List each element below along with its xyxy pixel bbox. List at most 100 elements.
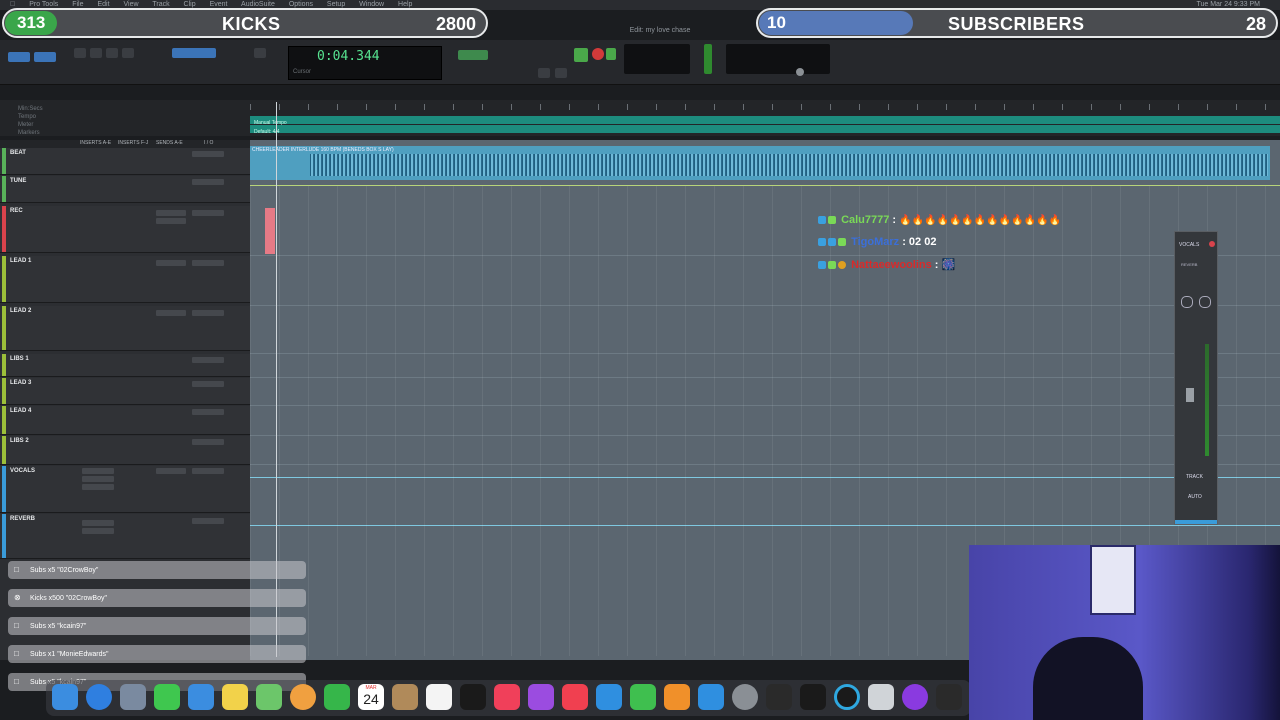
- track-libs-1[interactable]: LIBS 1: [0, 354, 250, 377]
- mixer-strip-window[interactable]: VOCALS REVERB TRACK AUTO: [1174, 231, 1218, 525]
- photos-icon[interactable]: [290, 684, 316, 710]
- insert-slot[interactable]: [82, 520, 114, 526]
- output-slot[interactable]: [192, 151, 224, 157]
- insert-slot[interactable]: [82, 476, 114, 482]
- menu-item[interactable]: Setup: [327, 1, 345, 8]
- news-icon[interactable]: [562, 684, 588, 710]
- output-slot[interactable]: [192, 518, 224, 524]
- track-rec[interactable]: REC: [0, 206, 250, 253]
- output-slot[interactable]: [192, 260, 224, 266]
- audio-clip-beat[interactable]: CHEERLEADER INTERLUDE 160 BPM (BENEDS BO…: [250, 146, 1270, 180]
- menu-item[interactable]: Event: [210, 1, 228, 8]
- menu-item[interactable]: Track: [152, 1, 169, 8]
- settings-gear-icon[interactable]: [796, 68, 804, 76]
- tempo-lane[interactable]: Manual Tempo: [250, 116, 1280, 126]
- pan-knob-right[interactable]: [1199, 296, 1211, 308]
- menu-apple-icon[interactable]: : [10, 1, 15, 8]
- output-slot[interactable]: [192, 210, 224, 216]
- output-slot[interactable]: [192, 409, 224, 415]
- volume-fader[interactable]: [1186, 388, 1194, 402]
- grabber-tool-icon[interactable]: [122, 48, 134, 58]
- go-to-start-icon[interactable]: [538, 68, 550, 78]
- launchpad-icon[interactable]: [120, 684, 146, 710]
- pan-knob-left[interactable]: [1181, 296, 1193, 308]
- send-slot[interactable]: [156, 210, 186, 216]
- output-slot[interactable]: [192, 439, 224, 445]
- insert-slot[interactable]: [82, 468, 114, 474]
- meter-lane[interactable]: Default: 4/4: [250, 125, 1280, 135]
- garageband-icon[interactable]: [766, 684, 792, 710]
- insert-slot[interactable]: [82, 484, 114, 490]
- track-reverb[interactable]: REVERB: [0, 514, 250, 559]
- send-slot[interactable]: [156, 218, 186, 224]
- strip-close-icon[interactable]: [1209, 241, 1215, 247]
- track-vocals[interactable]: VOCALS: [0, 466, 250, 513]
- track-beat[interactable]: BEAT: [0, 148, 250, 175]
- menu-item[interactable]: AudioSuite: [241, 1, 275, 8]
- grid-display[interactable]: [726, 44, 830, 74]
- output-slot[interactable]: [192, 357, 224, 363]
- slip-mode-button[interactable]: [34, 52, 56, 62]
- track-lead-2[interactable]: LEAD 2: [0, 306, 250, 351]
- shuffle-mode-button[interactable]: [8, 52, 30, 62]
- record-button[interactable]: [592, 48, 604, 60]
- recorded-clip[interactable]: [265, 208, 275, 254]
- avid-icon[interactable]: [902, 684, 928, 710]
- track-lead-3[interactable]: LEAD 3: [0, 378, 250, 405]
- menu-item[interactable]: Window: [359, 1, 384, 8]
- menu-item[interactable]: File: [72, 1, 83, 8]
- system-settings-icon[interactable]: [732, 684, 758, 710]
- track-lead-1[interactable]: LEAD 1: [0, 256, 250, 303]
- output-slot[interactable]: [192, 381, 224, 387]
- rewind-icon[interactable]: [555, 68, 567, 78]
- keynote-icon[interactable]: [596, 684, 622, 710]
- music-icon[interactable]: [494, 684, 520, 710]
- pencil-tool-icon[interactable]: [254, 48, 266, 58]
- trim-tool-icon[interactable]: [90, 48, 102, 58]
- finder-icon[interactable]: [52, 684, 78, 710]
- apple-tv-icon[interactable]: [460, 684, 486, 710]
- podcasts-icon[interactable]: [528, 684, 554, 710]
- notes-icon[interactable]: [222, 684, 248, 710]
- mail-icon[interactable]: [188, 684, 214, 710]
- maps-icon[interactable]: [256, 684, 282, 710]
- nudge-button[interactable]: [458, 50, 488, 60]
- contacts-icon[interactable]: [392, 684, 418, 710]
- selector-tool-icon[interactable]: [106, 48, 118, 58]
- zoom-tool-icon[interactable]: [74, 48, 86, 58]
- track-libs-2[interactable]: LIBS 2: [0, 436, 250, 465]
- play-button[interactable]: [574, 48, 588, 62]
- output-slot[interactable]: [192, 468, 224, 474]
- send-slot[interactable]: [156, 260, 186, 266]
- utility-icon[interactable]: [868, 684, 894, 710]
- menu-item[interactable]: Pro Tools: [29, 1, 58, 8]
- insert-slot[interactable]: [82, 528, 114, 534]
- calendar-icon[interactable]: MAR 24: [358, 684, 384, 710]
- pages-icon[interactable]: [664, 684, 690, 710]
- smart-tool-icon[interactable]: [172, 48, 216, 58]
- track-lead-4[interactable]: LEAD 4: [0, 406, 250, 435]
- column-header: I / O: [204, 140, 214, 146]
- send-slot[interactable]: [156, 468, 186, 474]
- cortana-icon[interactable]: [834, 684, 860, 710]
- menu-item[interactable]: Edit: [97, 1, 109, 8]
- protools-icon[interactable]: [936, 684, 962, 710]
- ilok-icon[interactable]: [800, 684, 826, 710]
- numbers-icon[interactable]: [630, 684, 656, 710]
- output-slot[interactable]: [192, 179, 224, 185]
- menu-item[interactable]: View: [123, 1, 138, 8]
- app-store-icon[interactable]: [698, 684, 724, 710]
- messages-icon[interactable]: [154, 684, 180, 710]
- output-slot[interactable]: [192, 310, 224, 316]
- reminders-icon[interactable]: [426, 684, 452, 710]
- menu-item[interactable]: Clip: [184, 1, 196, 8]
- send-slot[interactable]: [156, 310, 186, 316]
- facetime-icon[interactable]: [324, 684, 350, 710]
- safari-icon[interactable]: [86, 684, 112, 710]
- subs-left-number: 10: [759, 11, 913, 35]
- loop-button[interactable]: [606, 48, 616, 60]
- menu-item[interactable]: Options: [289, 1, 313, 8]
- menu-item[interactable]: Help: [398, 1, 412, 8]
- track-tune[interactable]: TUNE: [0, 176, 250, 203]
- auto-label[interactable]: AUTO: [1188, 494, 1202, 500]
